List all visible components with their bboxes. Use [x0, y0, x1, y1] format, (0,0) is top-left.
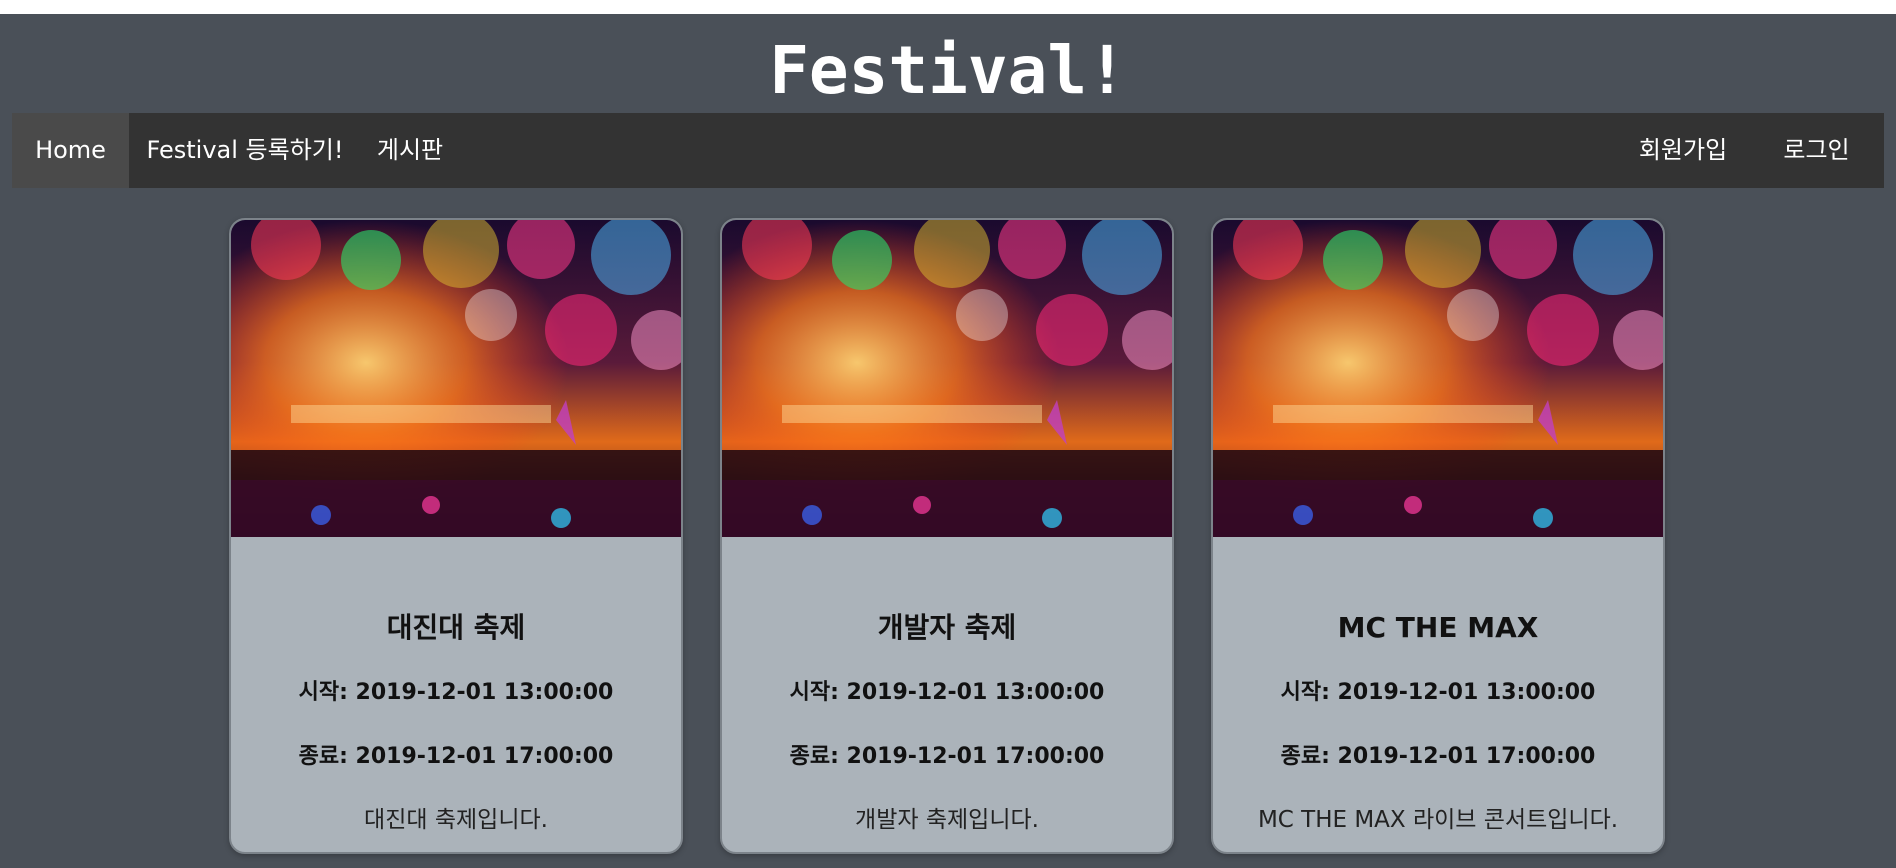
festival-image: [1213, 220, 1663, 537]
festival-start-time: 시작: 2019-12-01 13:00:00: [789, 680, 1105, 705]
festival-card[interactable]: 대진대 축제 시작: 2019-12-01 13:00:00 종료: 2019-…: [229, 218, 683, 854]
festival-start-time: 시작: 2019-12-01 13:00:00: [298, 680, 614, 705]
nav-signup[interactable]: 회원가입: [1617, 113, 1749, 188]
navbar: Home Festival 등록하기! 게시판 회원가입 로그인: [12, 113, 1884, 188]
festival-title: MC THE MAX: [1337, 611, 1539, 644]
festival-end-time: 종료: 2019-12-01 17:00:00: [1280, 744, 1596, 769]
nav-register-festival[interactable]: Festival 등록하기!: [129, 113, 361, 188]
festival-image: [231, 220, 681, 537]
page-background: Festival! Home Festival 등록하기! 게시판 회원가입 로…: [0, 14, 1896, 868]
festival-card[interactable]: MC THE MAX 시작: 2019-12-01 13:00:00 종료: 2…: [1211, 218, 1665, 854]
site-title: Festival!: [769, 32, 1127, 109]
fireworks-image: [231, 220, 681, 537]
nav-login[interactable]: 로그인: [1749, 113, 1884, 188]
nav-board[interactable]: 게시판: [361, 113, 459, 188]
festival-title: 개발자 축제: [877, 611, 1017, 644]
fireworks-image: [1213, 220, 1663, 537]
festival-title: 대진대 축제: [386, 611, 526, 644]
festival-end-time: 종료: 2019-12-01 17:00:00: [789, 744, 1105, 769]
festival-description: MC THE MAX 라이브 콘서트입니다.: [1257, 807, 1619, 833]
festival-image: [722, 220, 1172, 537]
festival-description: 대진대 축제입니다.: [364, 807, 548, 833]
festival-description: 개발자 축제입니다.: [855, 807, 1039, 833]
nav-home[interactable]: Home: [12, 113, 129, 188]
festival-card[interactable]: 개발자 축제 시작: 2019-12-01 13:00:00 종료: 2019-…: [720, 218, 1174, 854]
festival-start-time: 시작: 2019-12-01 13:00:00: [1280, 680, 1596, 705]
fireworks-image: [722, 220, 1172, 537]
festival-end-time: 종료: 2019-12-01 17:00:00: [298, 744, 614, 769]
